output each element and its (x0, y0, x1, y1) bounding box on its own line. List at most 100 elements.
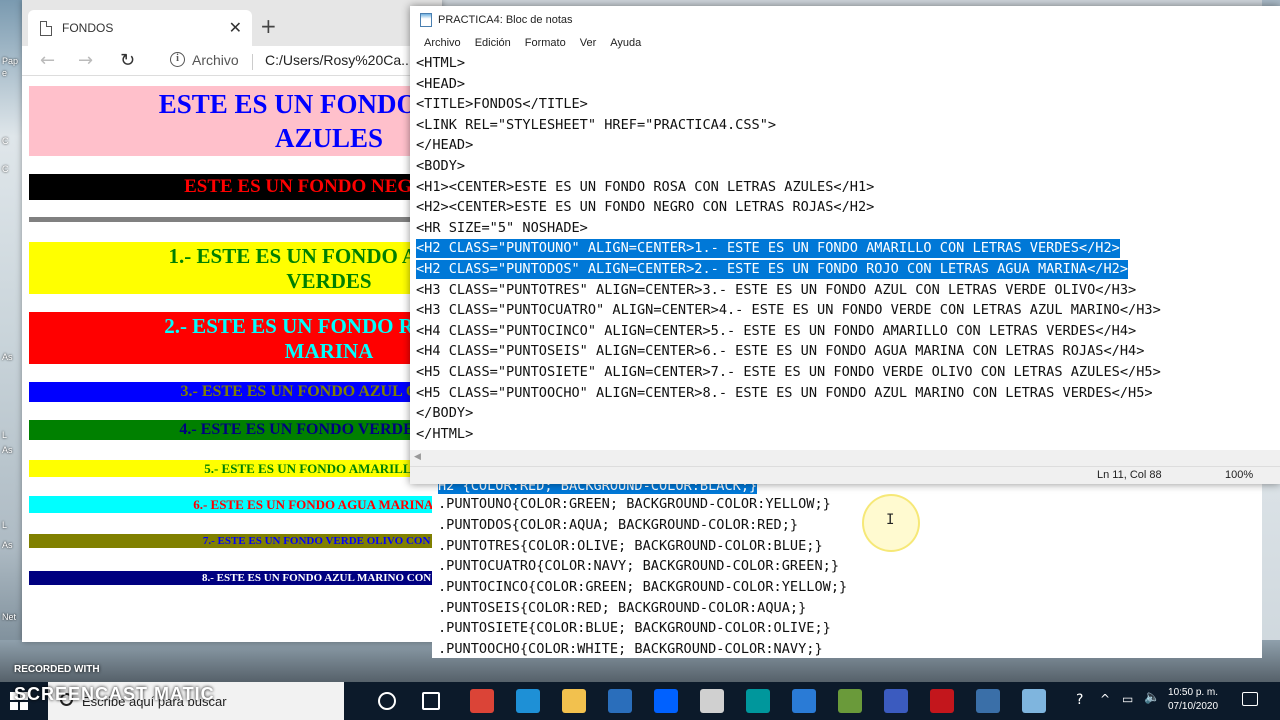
clock-time: 10:50 p. m. (1168, 687, 1219, 698)
css-line: .PUNTOCINCO{COLOR:GREEN; BACKGROUND-COLO… (438, 579, 848, 595)
horizontal-scrollbar[interactable]: ◀ (410, 450, 1280, 466)
heading-band-5: 3.- ESTE ES UN FONDO AZUL CON LET (29, 382, 442, 402)
code-line: <H3 CLASS="PUNTOCUATRO" ALIGN=CENTER>4.-… (416, 302, 1161, 319)
arduino-icon[interactable] (746, 689, 770, 713)
heading-band-1: ESTE ES UN FONDO ROSA AZULES (29, 86, 442, 156)
address-bar[interactable]: C:/Users/Rosy%20Ca... (265, 52, 413, 68)
chevron-up-icon[interactable]: ^ (1100, 692, 1110, 706)
desktop-label: As (2, 540, 13, 550)
band-text: 1.- ESTE ES UN FONDO AMARIL (168, 244, 442, 268)
cursor-position: Ln 11, Col 88 (1097, 469, 1162, 481)
zoom-level: 100% (1225, 469, 1254, 481)
browser-toolbar: ← → ↻ i Archivo C:/Users/Rosy%20Ca... (22, 46, 442, 76)
band-text: 4.- ESTE ES UN FONDO VERDE CON LE (179, 421, 442, 438)
pen-app-icon[interactable] (700, 689, 724, 713)
menu-archivo[interactable]: Archivo (417, 34, 468, 54)
band-text: 5.- ESTE ES UN FONDO AMARILLO CON (204, 461, 442, 476)
css-line: .PUNTOUNO{COLOR:GREEN; BACKGROUND-COLOR:… (438, 496, 831, 512)
code-line: <H5 CLASS="PUNTOSIETE" ALIGN=CENTER>7.- … (416, 364, 1161, 380)
page-content: ESTE ES UN FONDO ROSA AZULES ESTE ES UN … (22, 76, 442, 642)
code-line: <HEAD> (416, 75, 466, 92)
code-line: <H1><CENTER>ESTE ES UN FONDO ROSA CON LE… (416, 178, 875, 195)
band-text: 6.- ESTE ES UN FONDO AGUA MARINA CON (193, 497, 442, 512)
window-title: PRACTICA4: Bloc de notas (438, 14, 573, 26)
css-line: .PUNTOSEIS{COLOR:RED; BACKGROUND-COLOR:A… (438, 600, 807, 616)
desktop-label: L (2, 520, 8, 530)
band-text: ESTE ES UN FONDO NEGRO CO (184, 176, 442, 197)
band-text: AZULES (274, 123, 384, 153)
menu-ver[interactable]: Ver (573, 34, 604, 54)
browser-tab[interactable]: FONDOS ✕ (28, 10, 252, 46)
clock-date: 07/10/2020 (1168, 701, 1219, 712)
scroll-left-icon[interactable]: ◀ (414, 452, 421, 462)
app-blue-icon[interactable] (884, 689, 908, 713)
desktop-label: As (2, 445, 13, 455)
code-line: <HTML> (416, 55, 466, 71)
text-editor[interactable]: <HTML> <HEAD> <TITLE>FONDOS</TITLE> <LINK R… (410, 54, 1280, 450)
code-line: <H2 CLASS="PUNTODOS" ALIGN=CENTER>2.- ES… (416, 260, 1129, 279)
clock[interactable]: 10:50 p. m. 07/10/2020 (1168, 686, 1218, 714)
band-text: 2.- ESTE ES UN FONDO ROJO CO (164, 314, 442, 338)
heading-band-6: 4.- ESTE ES UN FONDO VERDE CON LE (29, 420, 442, 440)
band-text: 7.- ESTE ES UN FONDO VERDE OLIVO CON LET (202, 535, 442, 547)
close-tab-icon[interactable]: ✕ (229, 18, 242, 37)
code-line: <H3 CLASS="PUNTOTRES" ALIGN=CENTER>3.- E… (416, 281, 1137, 298)
notepad-window: PRACTICA4: Bloc de notas Archivo Edición… (410, 6, 1280, 484)
heading-band-7: 5.- ESTE ES UN FONDO AMARILLO CON (29, 460, 442, 477)
ibeam-cursor-icon: I (886, 512, 895, 528)
heading-band-4: 2.- ESTE ES UN FONDO ROJO CO MARINA (29, 312, 442, 364)
notepad-title-bar[interactable]: PRACTICA4: Bloc de notas (410, 6, 1280, 34)
code-line: </HEAD> (416, 137, 474, 154)
tab-title: FONDOS (62, 21, 114, 35)
css-line: .PUNTOOCHO{COLOR:WHITE; BACKGROUND-COLOR… (438, 641, 823, 657)
css-editor[interactable]: H2 {COLOR:RED; BACKGROUND-COLOR:BLACK;} … (432, 484, 1262, 658)
flash-icon[interactable] (930, 689, 954, 713)
heading-band-9: 7.- ESTE ES UN FONDO VERDE OLIVO CON LET (29, 534, 442, 548)
task-view-icon[interactable] (422, 692, 440, 710)
css-line: .PUNTOCUATRO{COLOR:NAVY; BACKGROUND-COLO… (438, 558, 840, 574)
css-line: .PUNTOTRES{COLOR:OLIVE; BACKGROUND-COLOR… (438, 538, 823, 554)
new-tab-icon[interactable]: + (260, 14, 277, 38)
band-text: MARINA (284, 339, 374, 363)
desktop-label: L (2, 430, 8, 440)
cortana-icon[interactable] (378, 692, 396, 710)
file-explorer-icon[interactable] (562, 689, 586, 713)
code-line: <H4 CLASS="PUNTOSEIS" ALIGN=CENTER>6.- E… (416, 343, 1145, 360)
menu-formato[interactable]: Formato (518, 34, 573, 54)
code-line: </BODY> (416, 405, 474, 422)
desktop-label: Net (2, 612, 17, 622)
desktop-label: C (2, 136, 9, 146)
notifications-icon[interactable] (1242, 692, 1258, 706)
back-icon[interactable]: ← (40, 50, 55, 71)
notepad-icon[interactable] (1022, 689, 1046, 713)
help-icon[interactable]: ? (1076, 692, 1083, 708)
css-line: H2 {COLOR:RED; BACKGROUND-COLOR:BLACK;} (438, 484, 758, 494)
heading-band-3: 1.- ESTE ES UN FONDO AMARIL VERDES (29, 242, 442, 294)
chrome-icon[interactable] (470, 689, 494, 713)
menu-edicion[interactable]: Edición (468, 34, 518, 54)
info-icon[interactable]: i (170, 52, 185, 67)
code-line: <TITLE>FONDOS</TITLE> (416, 96, 588, 113)
reload-icon[interactable]: ↻ (120, 50, 135, 71)
heading-band-8: 6.- ESTE ES UN FONDO AGUA MARINA CON (29, 496, 442, 513)
band-text: ESTE ES UN FONDO ROSA (158, 89, 442, 119)
desktop-label: e (2, 68, 8, 78)
code-line: <H5 CLASS="PUNTOOCHO" ALIGN=CENTER>8.- E… (416, 384, 1153, 401)
site-info-label[interactable]: Archivo (192, 52, 239, 68)
mail-icon[interactable] (792, 689, 816, 713)
dropbox-icon[interactable] (654, 689, 678, 713)
menu-ayuda[interactable]: Ayuda (603, 34, 648, 54)
edge-icon[interactable] (516, 689, 540, 713)
screencast-icon[interactable] (976, 689, 1000, 713)
recorder-watermark-top: RECORDED WITH (14, 664, 100, 675)
code-line: <H2><CENTER>ESTE ES UN FONDO NEGRO CON L… (416, 199, 875, 216)
forward-icon[interactable]: → (78, 50, 93, 71)
volume-icon[interactable]: 🔈 (1144, 690, 1160, 705)
css-line: .PUNTODOS{COLOR:AQUA; BACKGROUND-COLOR:R… (438, 517, 799, 533)
menu-bar: Archivo Edición Formato Ver Ayuda (410, 34, 1280, 54)
code-line: </HTML> (416, 425, 474, 442)
store-icon[interactable] (608, 689, 632, 713)
address-divider (252, 54, 253, 70)
battery-icon[interactable]: ▭ (1122, 692, 1133, 706)
app-green-icon[interactable] (838, 689, 862, 713)
